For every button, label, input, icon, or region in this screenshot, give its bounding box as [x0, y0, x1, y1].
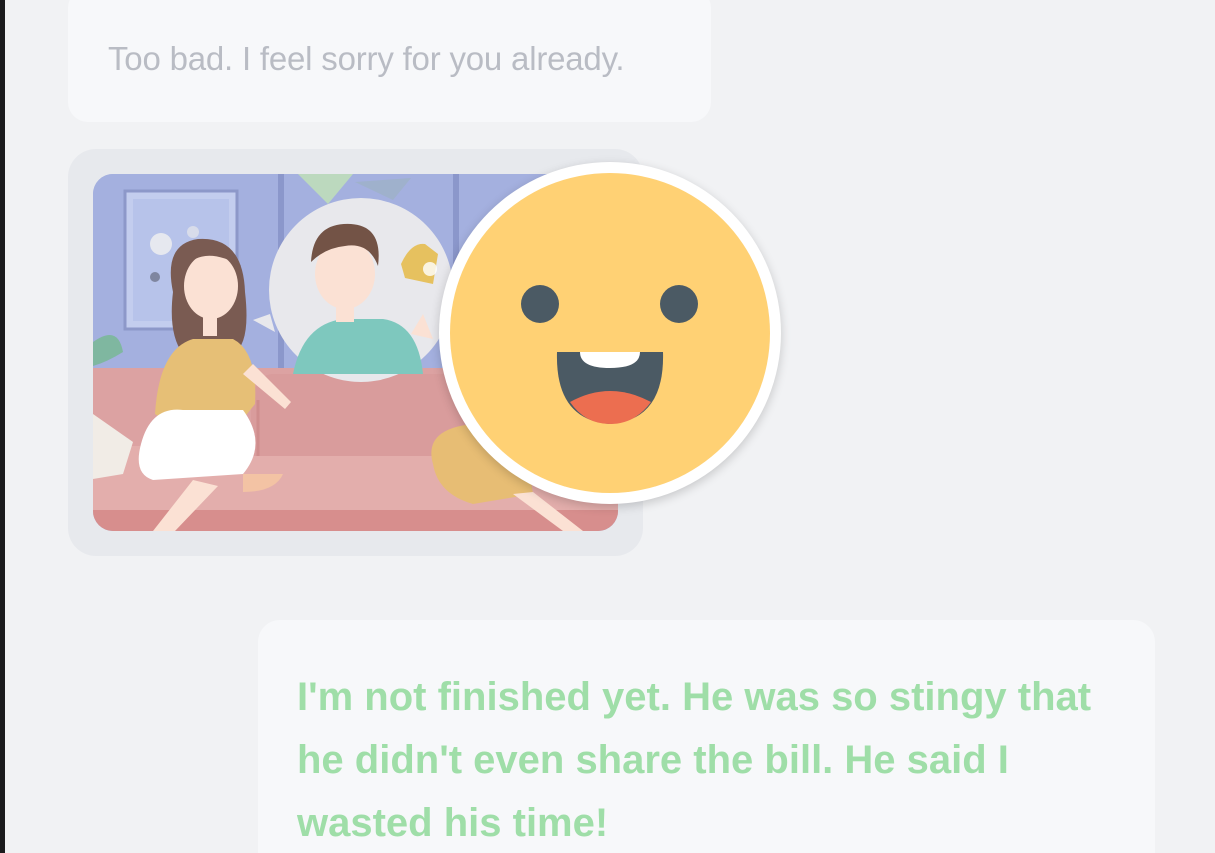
incoming-message-bubble[interactable]: Too bad. I feel sorry for you already. — [68, 0, 711, 122]
outgoing-message-bubble[interactable]: I'm not finished yet. He was so stingy t… — [258, 620, 1155, 853]
message-text: I'm not finished yet. He was so stingy t… — [297, 675, 1092, 845]
chat-screen: Too bad. I feel sorry for you already. I… — [0, 0, 1215, 853]
screen-edge — [0, 0, 5, 853]
message-text: Too bad. I feel sorry for you already. — [108, 40, 625, 77]
smiling-face-emoji-icon[interactable] — [439, 162, 781, 504]
